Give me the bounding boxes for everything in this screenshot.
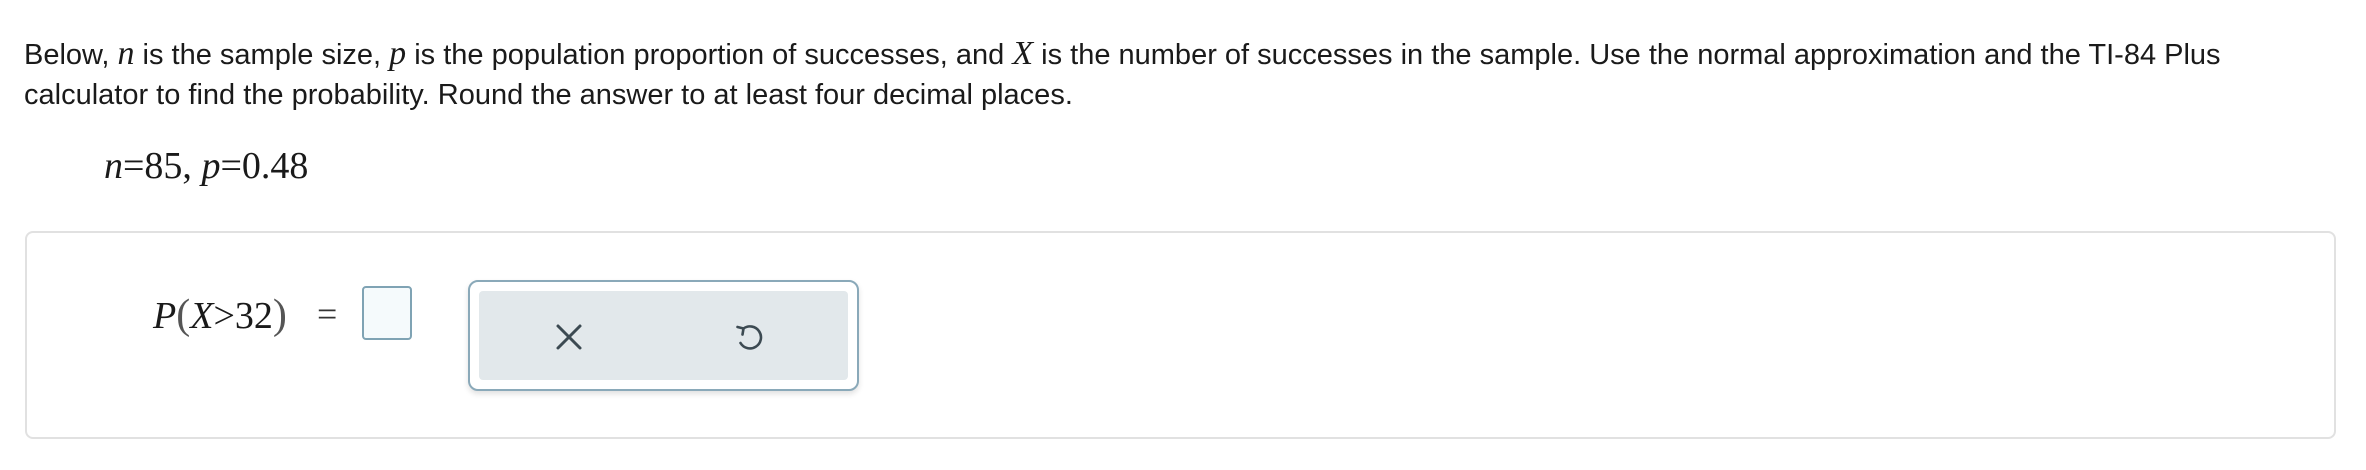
close-icon: [556, 324, 582, 350]
question-text: Below, n is the sample size, p is the po…: [24, 34, 2344, 115]
answer-input[interactable]: [362, 286, 412, 340]
given-p-symbol: p: [201, 145, 221, 187]
question-part-2: is the sample size,: [134, 39, 390, 71]
undo-button[interactable]: [719, 307, 779, 367]
given-p-value: =0.48: [220, 145, 309, 187]
prob-inequality: >32: [213, 295, 273, 337]
undo-icon: [736, 325, 763, 350]
answer-panel: P(X>32) =: [25, 231, 2336, 439]
prob-p-symbol: P: [153, 295, 177, 337]
given-parameters: n=85, p=0.48: [104, 142, 308, 190]
given-n-symbol: n: [104, 145, 123, 187]
clear-button[interactable]: [539, 307, 599, 367]
variable-p: p: [389, 35, 407, 72]
prob-x-symbol: X: [190, 295, 214, 337]
question-part-1: Below,: [24, 39, 118, 71]
question-part-3: is the population proportion of successe…: [406, 39, 1013, 71]
equals-sign: =: [317, 294, 338, 334]
given-n-value: =85,: [123, 145, 202, 187]
open-paren: (: [176, 292, 191, 338]
close-paren: ): [272, 292, 287, 338]
tool-panel-inner: [479, 291, 848, 380]
probability-expression: P(X>32): [153, 291, 287, 340]
variable-n: n: [117, 35, 135, 72]
variable-x: X: [1012, 35, 1034, 72]
tool-panel: [468, 280, 859, 391]
